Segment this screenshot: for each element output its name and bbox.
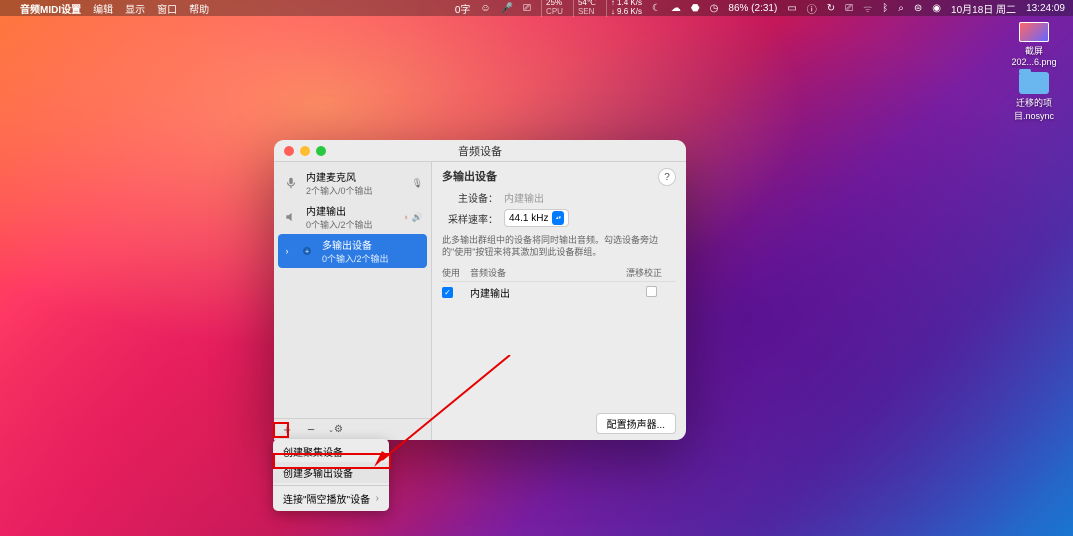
titlebar[interactable]: 音频设备: [274, 140, 686, 162]
battery-icon[interactable]: ▭: [787, 3, 796, 14]
menubar-help[interactable]: 帮助: [189, 1, 209, 16]
use-checkbox[interactable]: ✓: [442, 287, 453, 298]
temp-stat[interactable]: 54℃SEN: [573, 0, 596, 17]
main-device-value[interactable]: 内建输出: [504, 190, 544, 205]
multi-output-icon: +: [298, 242, 316, 260]
sync-icon[interactable]: ↻: [827, 3, 835, 14]
desktop-file-screenshot[interactable]: 截屏 202...6.png: [1009, 22, 1059, 67]
tray-icon[interactable]: ⎚: [845, 3, 853, 14]
alert-indicator-icon: ◗: [403, 212, 408, 223]
menubar-app-name[interactable]: 音频MIDI设置: [20, 1, 81, 16]
speaker-icon: [282, 208, 300, 226]
bluetooth-icon[interactable]: ᛒ: [882, 3, 888, 14]
cloud-icon[interactable]: ☁: [671, 3, 681, 14]
add-device-button[interactable]: +: [280, 423, 294, 437]
svg-text:+: +: [305, 248, 309, 255]
popup-create-aggregate[interactable]: 创建聚集设备: [273, 441, 389, 462]
device-options-button[interactable]: ⌄: [328, 423, 342, 437]
moon-icon[interactable]: ☾: [652, 3, 661, 14]
col-use: 使用: [442, 266, 470, 279]
remove-device-button[interactable]: −: [304, 423, 318, 437]
net-stat[interactable]: ↑ 1.4 K/s↓ 9.6 K/s: [606, 0, 642, 17]
select-arrows-icon: ▴▾: [552, 211, 564, 225]
siri-icon[interactable]: ◉: [932, 3, 941, 14]
description-text: 此多输出群组中的设备将同时输出音频。勾选设备旁边的"使用"按钮来将其激加到此设备…: [442, 235, 676, 258]
microphone-icon: [282, 174, 300, 192]
info-icon[interactable]: ⓘ: [807, 1, 817, 16]
popup-separator: [273, 485, 389, 486]
menubar-window[interactable]: 窗口: [157, 1, 177, 16]
popup-connect-airplay[interactable]: 连接"隔空播放"设备 ›: [273, 488, 389, 509]
wifi-icon[interactable]: ᯤ: [863, 1, 872, 15]
menubar-date[interactable]: 10月18日 周二: [951, 1, 1016, 16]
sample-rate-select[interactable]: 44.1 kHz ▴▾: [504, 209, 569, 227]
shield-icon[interactable]: ⬣: [691, 3, 700, 14]
add-device-popup: 创建聚集设备 创建多输出设备 连接"隔空播放"设备 ›: [273, 439, 389, 511]
device-table: 使用 音频设备 漂移校正 ✓ 内建输出: [442, 266, 676, 434]
col-drift: 漂移校正: [626, 266, 676, 279]
folder-icon: [1019, 72, 1049, 94]
drift-checkbox[interactable]: [646, 286, 657, 297]
device-builtin-output[interactable]: 内建输出 0个输入/2个输出 ◗ 🔊: [278, 200, 427, 234]
menubar: 音频MIDI设置 编辑 显示 窗口 帮助 0字 ☺ 🎤 ⎚ 25%CPU 54℃…: [0, 0, 1073, 16]
audio-midi-window: 音频设备 内建麦克风 2个输入/0个输出 🎙: [274, 140, 686, 440]
menubar-time[interactable]: 13:24:09: [1026, 3, 1065, 14]
image-thumb-icon: [1019, 22, 1049, 42]
mic-status-icon[interactable]: 🎤: [501, 3, 513, 14]
desktop-folder-migrated[interactable]: 迁移的项 目.nosync: [1009, 72, 1059, 122]
device-multi-output[interactable]: › + 多输出设备 0个输入/2个输出: [278, 234, 427, 268]
sidebar-toolbar: + − ⌄: [274, 418, 431, 440]
chevron-right-icon: ›: [282, 246, 292, 256]
control-center-icon[interactable]: ⊜: [914, 3, 922, 14]
device-builtin-mic[interactable]: 内建麦克风 2个输入/0个输出 🎙: [278, 166, 427, 200]
popup-create-multi-output[interactable]: 创建多输出设备: [273, 462, 389, 483]
user-icon[interactable]: ☺: [480, 3, 490, 14]
device-sidebar: 内建麦克风 2个输入/0个输出 🎙 内建输出 0个输入/2个输出 ◗: [274, 162, 432, 440]
detail-title: 多输出设备: [442, 168, 497, 184]
menubar-view[interactable]: 显示: [125, 1, 145, 16]
mic-indicator-icon: 🎙: [412, 178, 423, 189]
battery-text[interactable]: 86% (2:31): [728, 3, 777, 14]
table-row[interactable]: ✓ 内建输出: [442, 282, 676, 303]
menubar-edit[interactable]: 编辑: [93, 1, 113, 16]
spotlight-icon[interactable]: ⌕: [898, 3, 904, 14]
device-detail-pane: 多输出设备 ? 主设备： 内建输出 采样速率： 44.1 kHz ▴▾ 此多输出…: [432, 162, 686, 440]
sound-indicator-icon: 🔊: [412, 212, 423, 223]
help-button[interactable]: ?: [658, 168, 676, 186]
chevron-right-icon: ›: [376, 493, 379, 504]
col-device: 音频设备: [470, 266, 626, 279]
sample-rate-label: 采样速率：: [442, 211, 498, 226]
screen-icon[interactable]: ⎚: [523, 3, 531, 14]
clock-icon[interactable]: ◷: [710, 3, 719, 14]
word-count[interactable]: 0字: [455, 1, 471, 16]
cpu-stat[interactable]: 25%CPU: [541, 0, 563, 17]
configure-speakers-button[interactable]: 配置扬声器...: [596, 413, 676, 434]
window-title: 音频设备: [274, 143, 686, 159]
main-device-label: 主设备：: [442, 190, 498, 205]
